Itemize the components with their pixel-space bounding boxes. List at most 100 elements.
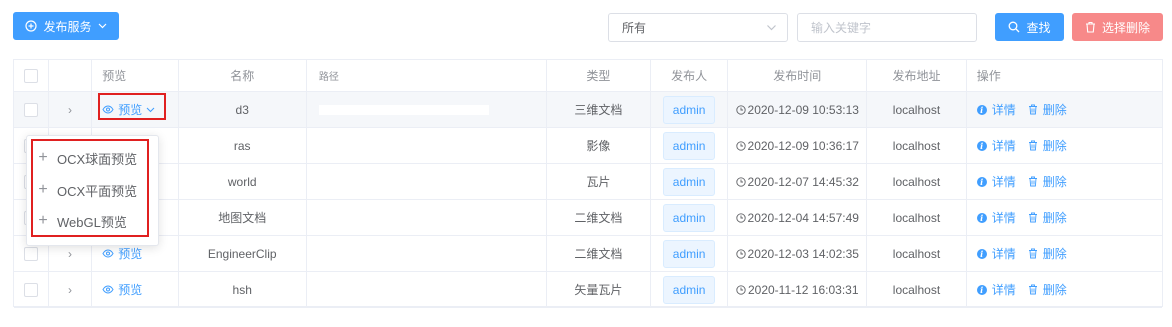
service-name: EngineerClip bbox=[179, 236, 307, 271]
service-type: 瓦片 bbox=[547, 164, 651, 199]
menu-item-ocx-plane-preview[interactable]: + OCX平面预览 bbox=[37, 175, 137, 205]
delete-link-label: 删除 bbox=[1042, 175, 1067, 189]
detail-link[interactable]: i 详情 bbox=[976, 209, 1016, 226]
trash-icon bbox=[1085, 21, 1095, 33]
delete-link[interactable]: 删除 bbox=[1028, 173, 1067, 190]
plus-icon: + bbox=[38, 181, 48, 198]
publisher-tag: admin bbox=[662, 95, 716, 124]
clock-icon bbox=[736, 284, 746, 295]
publish-time: 2020-12-04 14:57:49 bbox=[747, 210, 859, 225]
delete-link[interactable]: 删除 bbox=[1028, 245, 1067, 262]
preview-link[interactable]: 预览 bbox=[102, 245, 142, 262]
publish-address: localhost bbox=[867, 236, 967, 271]
trash-icon bbox=[1028, 140, 1037, 151]
plus-circle-icon bbox=[25, 20, 38, 32]
expand-row-chevron-icon[interactable]: › bbox=[68, 103, 72, 117]
service-type: 二维文档 bbox=[547, 236, 651, 271]
expand-row-chevron-icon[interactable]: › bbox=[68, 247, 72, 261]
preview-link[interactable]: 预览 bbox=[102, 281, 142, 298]
trash-icon bbox=[1028, 248, 1037, 259]
trash-icon bbox=[1028, 212, 1037, 223]
publisher-tag: admin bbox=[662, 239, 716, 268]
detail-link[interactable]: i 详情 bbox=[976, 101, 1016, 118]
path-value bbox=[318, 140, 484, 151]
publisher-tag: admin bbox=[662, 203, 716, 232]
service-type: 影像 bbox=[547, 128, 651, 163]
table-row[interactable]: › 预览 EngineerClip 二维文档 admin 2020-12-03 14:02… bbox=[14, 236, 1162, 272]
service-type: 二维文档 bbox=[547, 200, 651, 235]
search-button[interactable]: 查找 bbox=[995, 13, 1064, 41]
plus-icon: + bbox=[38, 212, 48, 229]
services-table: 预览 名称 路径 类型 发布人 发布时间 发布地址 操作 › 预览 d3 三维文档 ad… bbox=[13, 59, 1163, 308]
eye-icon bbox=[102, 285, 114, 294]
menu-item-label: OCX球面预览 bbox=[57, 151, 138, 167]
plus-icon: + bbox=[38, 149, 48, 166]
type-filter-value: 所有 bbox=[622, 21, 647, 35]
publisher-tag: admin bbox=[662, 167, 716, 196]
row-checkbox[interactable] bbox=[23, 246, 38, 261]
menu-item-webgl-preview[interactable]: + WebGL预览 bbox=[37, 206, 127, 236]
service-name: hsh bbox=[179, 272, 307, 307]
chevron-down-icon bbox=[98, 23, 106, 29]
publish-time: 2020-12-03 14:02:35 bbox=[747, 246, 859, 261]
table-row[interactable]: › 预览 hsh 矢量瓦片 admin 2020-11-12 16:03:31 localh… bbox=[14, 272, 1162, 308]
publish-time: 2020-12-09 10:53:13 bbox=[747, 102, 859, 117]
delete-link-label: 删除 bbox=[1042, 211, 1067, 225]
detail-link-label: 详情 bbox=[991, 139, 1016, 153]
info-icon: i bbox=[976, 104, 987, 115]
preview-link-label: 预览 bbox=[118, 283, 143, 297]
column-header-name: 名称 bbox=[179, 60, 307, 91]
trash-icon bbox=[1028, 176, 1037, 187]
delete-link[interactable]: 删除 bbox=[1028, 209, 1067, 226]
column-header-path: 路径 bbox=[307, 60, 547, 91]
publish-time: 2020-11-12 16:03:31 bbox=[747, 282, 859, 297]
type-filter-select[interactable]: 所有 bbox=[608, 13, 788, 42]
menu-item-ocx-sphere-preview[interactable]: + OCX球面预览 bbox=[37, 143, 137, 173]
detail-link[interactable]: i 详情 bbox=[976, 173, 1016, 190]
search-icon bbox=[1009, 21, 1020, 33]
path-value bbox=[318, 104, 489, 115]
table-row[interactable]: ›预览world瓦片admin2020-12-07 14:45:32localh… bbox=[14, 164, 1162, 200]
keyword-search-input[interactable] bbox=[797, 13, 977, 42]
chevron-down-icon bbox=[767, 25, 776, 31]
batch-delete-button[interactable]: 选择删除 bbox=[1072, 13, 1163, 41]
publish-address: localhost bbox=[867, 272, 967, 307]
detail-link[interactable]: i 详情 bbox=[976, 137, 1016, 154]
publish-time: 2020-12-07 14:45:32 bbox=[747, 174, 859, 189]
publish-address: localhost bbox=[867, 92, 967, 127]
delete-link-label: 删除 bbox=[1042, 103, 1067, 117]
table-row[interactable]: › 预览 d3 三维文档 admin 2020-12-09 10:53:13 localho… bbox=[14, 92, 1162, 128]
delete-link-label: 删除 bbox=[1042, 283, 1067, 297]
detail-link[interactable]: i 详情 bbox=[976, 245, 1016, 262]
clock-icon bbox=[735, 176, 746, 187]
preview-link[interactable]: 预览 bbox=[102, 101, 155, 118]
service-name: 地图文档 bbox=[179, 200, 307, 235]
row-checkbox[interactable] bbox=[23, 282, 38, 297]
service-name: world bbox=[179, 164, 307, 199]
publish-address: localhost bbox=[867, 200, 967, 235]
table-row[interactable]: ›预览ras影像admin2020-12-09 10:36:17localhos… bbox=[14, 128, 1162, 164]
service-type: 三维文档 bbox=[547, 92, 651, 127]
row-checkbox[interactable] bbox=[23, 102, 38, 117]
select-all-checkbox[interactable] bbox=[23, 68, 38, 83]
detail-link[interactable]: i 详情 bbox=[976, 281, 1016, 298]
delete-link[interactable]: 删除 bbox=[1028, 137, 1067, 154]
clock-icon bbox=[735, 248, 746, 259]
column-header-publish-time: 发布时间 bbox=[728, 60, 868, 91]
publish-service-label: 发布服务 bbox=[43, 19, 92, 34]
delete-link[interactable]: 删除 bbox=[1028, 101, 1067, 118]
eye-icon bbox=[102, 105, 114, 114]
search-button-label: 查找 bbox=[1026, 20, 1051, 35]
table-row[interactable]: ›预览地图文档二维文档admin2020-12-04 14:57:49local… bbox=[14, 200, 1162, 236]
delete-link[interactable]: 删除 bbox=[1028, 281, 1067, 298]
expand-row-chevron-icon[interactable]: › bbox=[68, 283, 72, 297]
column-header-actions: 操作 bbox=[976, 69, 1001, 83]
publish-service-button[interactable]: 发布服务 bbox=[13, 12, 119, 40]
publisher-tag: admin bbox=[662, 131, 716, 160]
column-header-type: 类型 bbox=[547, 60, 651, 91]
preview-dropdown-menu: + OCX球面预览 + OCX平面预览 + WebGL预览 bbox=[26, 135, 159, 246]
eye-icon bbox=[102, 249, 114, 258]
service-name: ras bbox=[179, 128, 307, 163]
chevron-down-icon bbox=[146, 107, 155, 112]
preview-link-label: 预览 bbox=[118, 103, 143, 117]
